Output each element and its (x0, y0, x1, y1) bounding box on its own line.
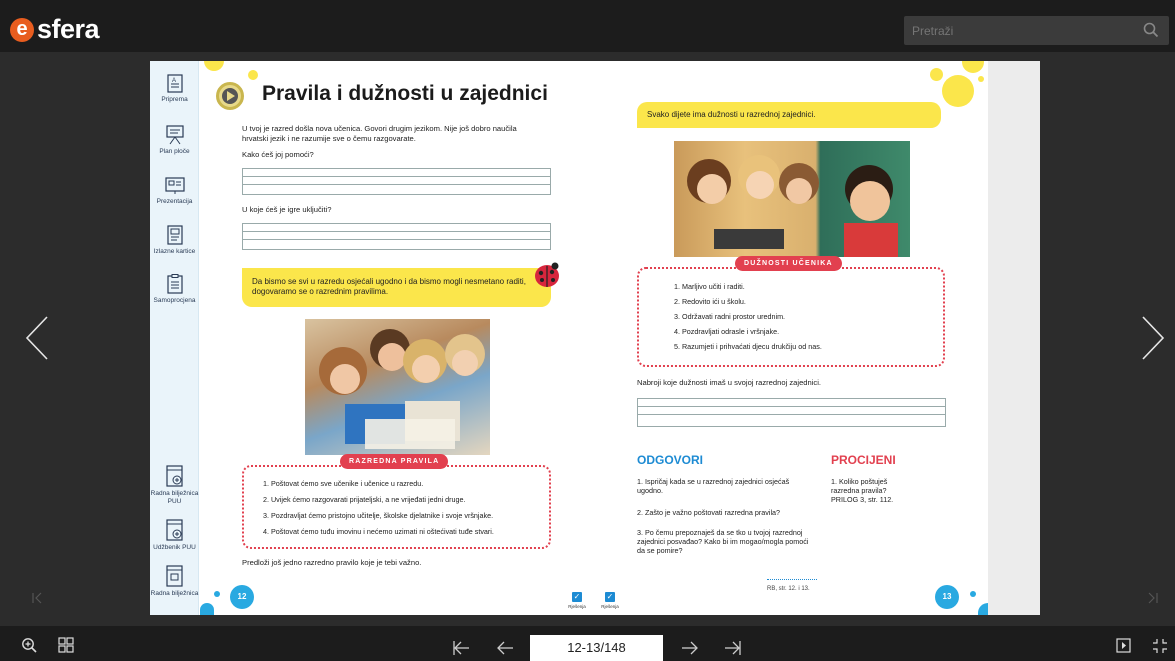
sidebar-item-radna-biljeznica-puu[interactable]: Radna bilježnica PUU (150, 465, 199, 506)
prev-page-arrow[interactable] (24, 315, 50, 366)
decor-dot (200, 603, 214, 615)
sidebar-label: Udžbenik PUU (153, 544, 196, 551)
search-box (904, 16, 1169, 45)
assess-heading: PROCIJENI (831, 453, 896, 467)
decor-dot (942, 75, 974, 107)
duty-item: 3. Održavati radni prostor urednim. (674, 312, 786, 321)
sidebar-item-prezentacija[interactable]: Prezentacija (150, 177, 199, 206)
intro-text: U tvoj je razred došla nova učenica. Gov… (242, 124, 517, 143)
logo-mark: e (10, 17, 34, 42)
top-bar: e sfera (0, 0, 1175, 52)
duties-callout: Svako dijete ima dužnosti u razrednoj za… (637, 102, 941, 128)
solutions-label: Rješenja (601, 604, 619, 609)
page-edge-strip (988, 61, 1040, 615)
page-title: Pravila i dužnosti u zajednici (262, 82, 548, 105)
sidebar-item-izlazne-kartice[interactable]: Izlazne kartice (150, 225, 199, 256)
logo-text: sfera (37, 14, 100, 44)
children-group-photo (305, 319, 490, 455)
ref-divider (767, 579, 817, 580)
assess-question: 1. Koliko poštuješ razredna pravila? PRI… (831, 477, 894, 504)
page-indicator[interactable]: 12-13/148 (530, 635, 663, 661)
decor-dot (930, 68, 943, 81)
answer-lines-2[interactable] (242, 223, 551, 250)
single-page-view-icon[interactable] (1116, 638, 1131, 658)
page-number-left: 12 (230, 585, 254, 609)
tools-sidebar: A Priprema Plan ploče Prezentacija Izlaz… (150, 61, 199, 615)
duties-badge: DUŽNOSTI UČENIKA (735, 256, 842, 271)
sidebar-label: Priprema (161, 96, 188, 103)
rule-item: 3. Pozdravljat ćemo pristojno učitelje, … (263, 511, 494, 520)
sidebar-item-radna-biljeznica[interactable]: Radna bilježnica (150, 565, 199, 598)
answer-question: 3. Po čemu prepoznaješ da se tko u tvojo… (637, 528, 809, 555)
thumbnails-grid-icon[interactable] (58, 637, 74, 658)
rule-item: 4. Poštovat ćemo tuđu imovinu i nećemo u… (263, 527, 494, 536)
next-page-arrow[interactable] (1140, 315, 1166, 366)
duty-item: 1. Marljivo učiti i raditi. (674, 282, 745, 291)
search-input[interactable] (912, 20, 1132, 41)
answer-lines-3[interactable] (637, 398, 946, 427)
ladybug-icon (532, 261, 562, 294)
duty-item: 2. Redovito ići u školu. (674, 297, 746, 306)
sidebar-item-plan-ploce[interactable]: Plan ploče (150, 125, 199, 156)
last-page-faint-icon[interactable] (1146, 591, 1160, 610)
sidebar-label: Radna bilježnica (150, 590, 199, 597)
answers-heading: ODGOVORI (637, 453, 704, 467)
previous-page-icon[interactable] (496, 640, 514, 661)
rules-box (242, 465, 551, 549)
decor-dot (970, 591, 976, 597)
next-page-icon[interactable] (681, 640, 699, 661)
question-1: Kako ćeš joj pomoći? (242, 150, 314, 159)
board-icon (165, 125, 184, 145)
sidebar-item-samoprocjena[interactable]: Samoprocjena (150, 274, 199, 305)
answer-question: 2. Zašto je važno poštovati razredna pra… (637, 508, 781, 517)
svg-text:A: A (172, 78, 176, 84)
sidebar-label: Samoprocjena (153, 297, 196, 304)
duty-item: 5. Razumjeti i prihvaćati djecu drukčiju… (674, 342, 822, 351)
suggest-rule-prompt: Predloži još jedno razredno pravilo koje… (242, 558, 422, 567)
checkbox-icon: ✓ (572, 592, 582, 602)
first-page-icon[interactable] (452, 640, 470, 661)
lesson-emblem-icon (216, 82, 244, 110)
question-2: U koje ćeš je igre uključiti? (242, 205, 332, 214)
sidebar-label: Prezentacija (156, 198, 193, 205)
answer-lines-1[interactable] (242, 168, 551, 195)
sfera-logo[interactable]: e sfera (10, 14, 100, 45)
decor-dot (248, 70, 258, 80)
page-number-right: 13 (935, 585, 959, 609)
zoom-in-icon[interactable] (21, 637, 37, 658)
rule-item: 1. Poštovat ćemo sve učenike i učenice u… (263, 479, 424, 488)
duty-item: 4. Pozdravljati odrasle i vršnjake. (674, 327, 780, 336)
rules-badge: RAZREDNA PRAVILA (340, 454, 449, 469)
textbook-add-icon (165, 519, 183, 541)
solutions-button-2[interactable]: ✓ Rješenja (596, 592, 624, 609)
sidebar-label: Plan ploče (159, 148, 190, 155)
workbook-icon (165, 565, 183, 587)
solutions-label: Rješenja (568, 604, 586, 609)
document-icon: A (166, 74, 183, 93)
decor-dot (214, 591, 220, 597)
duties-prompt: Nabroji koje dužnosti imaš u svojoj razr… (637, 378, 822, 387)
exit-fullscreen-icon[interactable] (1152, 638, 1168, 659)
last-page-icon[interactable] (724, 640, 742, 661)
sidebar-label: Izlazne kartice (153, 248, 196, 255)
checklist-icon (166, 274, 183, 294)
classroom-kids-photo (674, 141, 910, 257)
decor-dot (978, 76, 984, 82)
checkbox-icon: ✓ (605, 592, 615, 602)
rule-item: 2. Uvijek ćemo razgovarati prijateljski,… (263, 495, 466, 504)
sidebar-item-priprema[interactable]: A Priprema (150, 74, 199, 104)
rules-callout: Da bismo se svi u razredu osjećali ugodn… (242, 268, 551, 307)
presentation-icon (164, 177, 185, 194)
solutions-button-1[interactable]: ✓ Rješenja (563, 592, 591, 609)
workbook-reference: RB, str. 12. i 13. (767, 586, 810, 592)
workbook-add-icon (165, 465, 183, 487)
search-icon[interactable] (1143, 22, 1159, 43)
first-page-faint-icon[interactable] (30, 591, 44, 610)
sidebar-label: Radna bilježnica PUU (150, 490, 199, 505)
answer-question: 1. Ispričaj kada se u razrednoj zajednic… (637, 477, 790, 495)
sidebar-item-udzbenik-puu[interactable]: Udžbenik PUU (150, 519, 199, 552)
cards-icon (166, 225, 183, 245)
